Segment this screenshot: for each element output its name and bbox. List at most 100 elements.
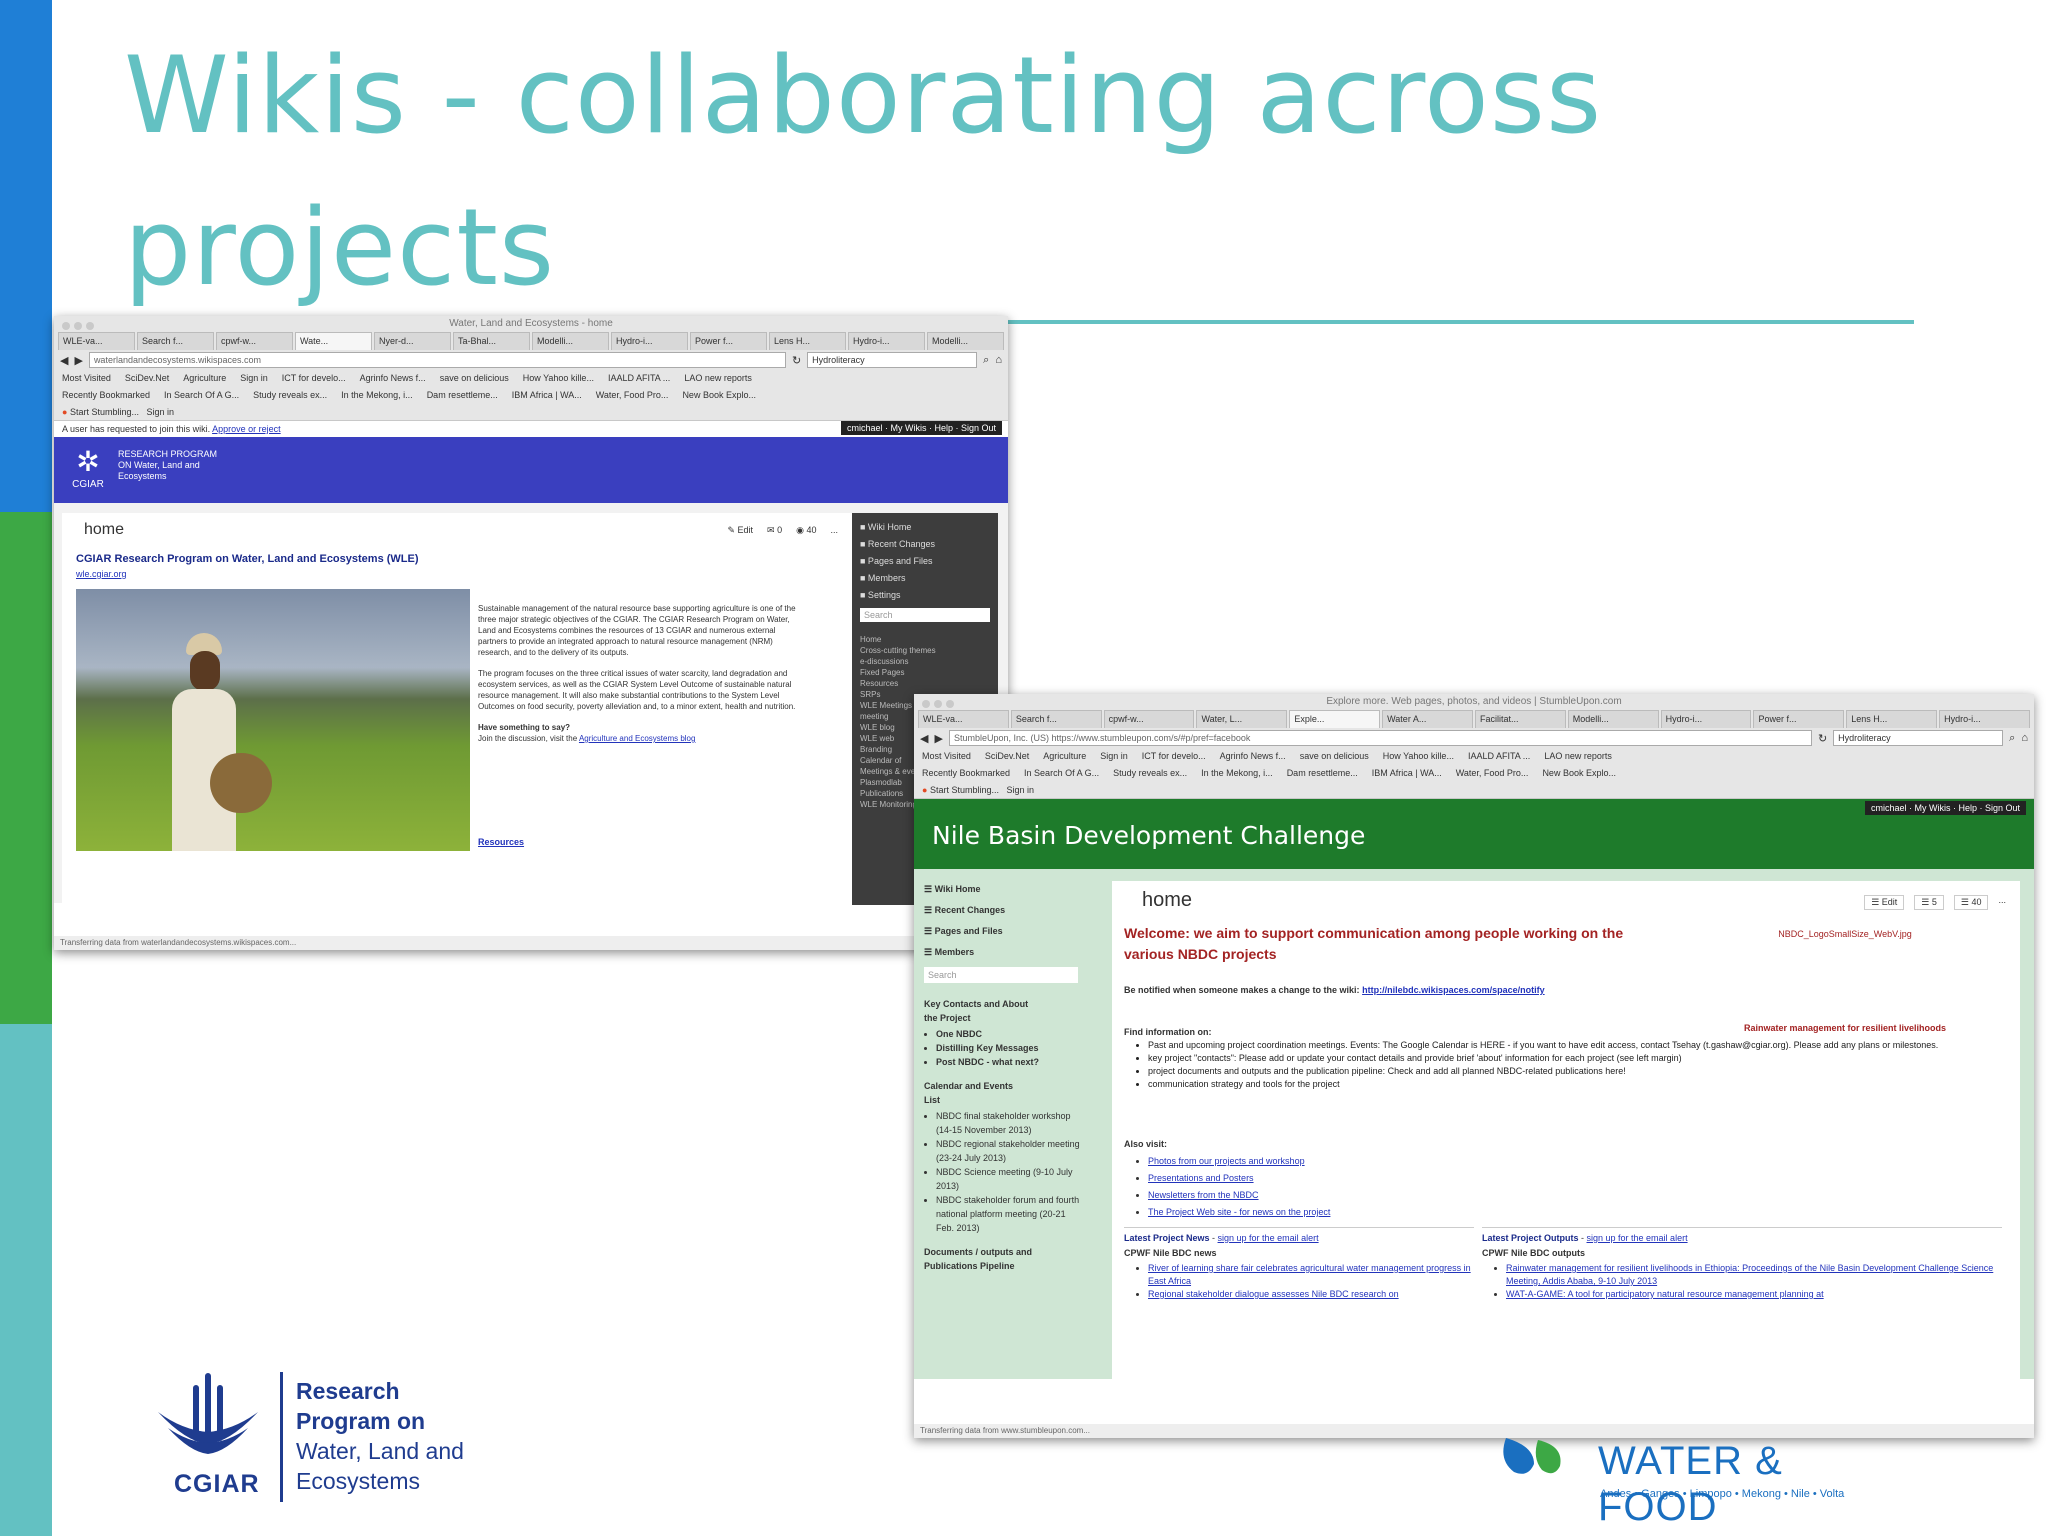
forward-icon[interactable]: ▶ bbox=[934, 732, 942, 745]
sidebar-heading-documents[interactable]: Documents / outputs and Publications Pip… bbox=[924, 1245, 1074, 1273]
bookmark-item[interactable]: Recently Bookmarked bbox=[922, 765, 1010, 782]
sidebar-item[interactable]: ☰ Pages and Files bbox=[924, 921, 1094, 942]
bookmark-item[interactable]: In Search Of A G... bbox=[1024, 765, 1099, 782]
also-visit-link[interactable]: Photos from our projects and workshop bbox=[1148, 1156, 1305, 1166]
browser-tab[interactable]: Exple... bbox=[1289, 710, 1381, 728]
output-item-link[interactable]: Rainwater management for resilient livel… bbox=[1506, 1263, 1993, 1286]
sidebar-item[interactable]: ■ Pages and Files bbox=[860, 553, 990, 570]
bookmark-item[interactable]: In the Mekong, i... bbox=[341, 387, 413, 404]
bookmark-item[interactable]: IAALD AFITA ... bbox=[608, 370, 670, 387]
bookmark-item[interactable]: IBM Africa | WA... bbox=[1372, 765, 1442, 782]
also-visit-link[interactable]: Newsletters from the NBDC bbox=[1148, 1190, 1259, 1200]
bookmark-item[interactable]: Study reveals ex... bbox=[253, 387, 327, 404]
find-item[interactable]: communication strategy and tools for the… bbox=[1148, 1078, 2028, 1091]
blog-link[interactable]: Agriculture and Ecosystems blog bbox=[579, 734, 696, 743]
back-icon[interactable]: ◀ bbox=[60, 354, 68, 367]
user-links[interactable]: cmichael · My Wikis · Help · Sign Out bbox=[1864, 801, 2026, 815]
sidebar-list-item[interactable]: One NBDC bbox=[936, 1027, 1094, 1041]
url-field[interactable]: waterlandandecosystems.wikispaces.com bbox=[88, 352, 786, 368]
stumble-signin-link[interactable]: Sign in bbox=[1007, 785, 1035, 795]
news-signup-link[interactable]: sign up for the email alert bbox=[1218, 1233, 1319, 1243]
bookmark-item[interactable]: Agrinfo News f... bbox=[360, 370, 426, 387]
search-field[interactable]: Hydroliteracy bbox=[1833, 730, 2004, 746]
bookmark-item[interactable]: IAALD AFITA ... bbox=[1468, 748, 1530, 765]
browser-tab[interactable]: cpwf-w... bbox=[1103, 710, 1195, 728]
bookmark-item[interactable]: LAO new reports bbox=[1544, 748, 1612, 765]
sidebar-heading-contacts[interactable]: Key Contacts and About the Project bbox=[924, 997, 1034, 1025]
bookmark-item[interactable]: SciDev.Net bbox=[125, 370, 169, 387]
stumble-button[interactable]: Start Stumbling... bbox=[930, 785, 999, 795]
views-counter[interactable]: ◉ 40 bbox=[796, 525, 816, 536]
search-icon[interactable]: ⌕ bbox=[983, 354, 989, 367]
find-item[interactable]: project documents and outputs and the pu… bbox=[1148, 1065, 2028, 1078]
browser-tab[interactable]: Power f... bbox=[690, 332, 767, 350]
sidebar-item[interactable]: ■ Settings bbox=[860, 587, 990, 604]
back-icon[interactable]: ◀ bbox=[920, 732, 928, 745]
sidebar-item[interactable]: ■ Recent Changes bbox=[860, 536, 990, 553]
find-item[interactable]: Past and upcoming project coordination m… bbox=[1148, 1039, 2028, 1052]
bookmark-item[interactable]: Study reveals ex... bbox=[1113, 765, 1187, 782]
browser-tab[interactable]: Hydro-i... bbox=[611, 332, 688, 350]
browser-tab[interactable]: Water A... bbox=[1382, 710, 1473, 728]
bookmark-item[interactable]: Agrinfo News f... bbox=[1220, 748, 1286, 765]
bookmark-item[interactable]: In the Mekong, i... bbox=[1201, 765, 1273, 782]
bookmark-item[interactable]: In Search Of A G... bbox=[164, 387, 239, 404]
bookmark-item[interactable]: IBM Africa | WA... bbox=[512, 387, 582, 404]
browser-tab[interactable]: Facilitat... bbox=[1474, 710, 1566, 728]
edit-button[interactable]: ✎ Edit bbox=[727, 525, 753, 536]
browser-tab[interactable]: Search f... bbox=[1010, 710, 1102, 728]
bookmark-item[interactable]: LAO new reports bbox=[684, 370, 752, 387]
stumble-signin-link[interactable]: Sign in bbox=[147, 407, 175, 417]
sidebar-list-item[interactable]: NBDC regional stakeholder meeting (23-24… bbox=[936, 1137, 1086, 1165]
bookmark-item[interactable]: How Yahoo kille... bbox=[523, 370, 594, 387]
reload-icon[interactable]: ↻ bbox=[792, 354, 801, 367]
bookmark-item[interactable]: Dam resettleme... bbox=[427, 387, 498, 404]
bookmark-item[interactable]: Sign in bbox=[1100, 748, 1128, 765]
browser-tab[interactable]: Wate... bbox=[295, 332, 372, 350]
news-item-link[interactable]: Regional stakeholder dialogue assesses N… bbox=[1148, 1289, 1399, 1299]
sidebar-list-item[interactable]: NBDC Science meeting (9-10 July 2013) bbox=[936, 1165, 1086, 1193]
sidebar-search[interactable]: Search bbox=[924, 967, 1078, 983]
home-icon[interactable]: ⌂ bbox=[995, 354, 1002, 366]
edit-button[interactable]: ☰ Edit bbox=[1864, 895, 1905, 910]
bookmark-item[interactable]: Agriculture bbox=[1043, 748, 1086, 765]
sidebar-link-item[interactable]: Cross-cutting themes bbox=[860, 645, 990, 656]
bookmark-item[interactable]: Dam resettleme... bbox=[1287, 765, 1358, 782]
sidebar-item[interactable]: ☰ Members bbox=[924, 942, 1094, 963]
sidebar-list-item[interactable]: NBDC final stakeholder workshop (14-15 N… bbox=[936, 1109, 1086, 1137]
comments-button[interactable]: ✉ 0 bbox=[767, 525, 782, 536]
find-item[interactable]: key project "contacts": Please add or up… bbox=[1148, 1052, 2028, 1065]
bookmark-item[interactable]: Most Visited bbox=[62, 370, 111, 387]
news-item-link[interactable]: River of learning share fair celebrates … bbox=[1148, 1263, 1471, 1286]
sidebar-search[interactable]: Search bbox=[860, 608, 990, 622]
bookmark-item[interactable]: Recently Bookmarked bbox=[62, 387, 150, 404]
bookmark-item[interactable]: ICT for develo... bbox=[282, 370, 346, 387]
browser-tab[interactable]: Lens H... bbox=[1846, 710, 1938, 728]
approve-link[interactable]: Approve or reject bbox=[212, 424, 281, 434]
bookmark-item[interactable]: ICT for develo... bbox=[1142, 748, 1206, 765]
also-visit-link[interactable]: Presentations and Posters bbox=[1148, 1173, 1254, 1183]
sidebar-item[interactable]: ☰ Recent Changes bbox=[924, 900, 1094, 921]
bookmark-item[interactable]: New Book Explo... bbox=[682, 387, 756, 404]
sidebar-link-item[interactable]: Home bbox=[860, 634, 990, 645]
browser-tab[interactable]: Modelli... bbox=[1567, 710, 1659, 728]
bookmark-item[interactable]: How Yahoo kille... bbox=[1383, 748, 1454, 765]
search-icon[interactable]: ⌕ bbox=[2009, 732, 2015, 745]
browser-tab[interactable]: Search f... bbox=[137, 332, 214, 350]
sidebar-link-item[interactable]: Resources bbox=[860, 678, 990, 689]
views-counter[interactable]: ☰ 40 bbox=[1953, 895, 1989, 910]
browser-tab[interactable]: Ta-Bhal... bbox=[453, 332, 530, 350]
bookmark-item[interactable]: Water, Food Pro... bbox=[596, 387, 669, 404]
sidebar-link-item[interactable]: e-discussions bbox=[860, 656, 990, 667]
outputs-signup-link[interactable]: sign up for the email alert bbox=[1587, 1233, 1688, 1243]
stumble-icon[interactable]: ● bbox=[922, 785, 927, 795]
notify-link[interactable]: http://nilebdc.wikispaces.com/space/noti… bbox=[1362, 985, 1545, 995]
bookmark-item[interactable]: Sign in bbox=[240, 370, 268, 387]
sidebar-list-item[interactable]: NBDC stakeholder forum and fourth nation… bbox=[936, 1193, 1086, 1235]
sidebar-heading-calendar[interactable]: Calendar and Events List bbox=[924, 1079, 1014, 1107]
more-button[interactable]: ... bbox=[1998, 895, 2006, 910]
window-controls[interactable] bbox=[62, 320, 98, 336]
user-links[interactable]: cmichael · My Wikis · Help · Sign Out bbox=[840, 421, 1002, 435]
sidebar-list-item[interactable]: Distilling Key Messages bbox=[936, 1041, 1094, 1055]
browser-tab[interactable]: Power f... bbox=[1753, 710, 1845, 728]
